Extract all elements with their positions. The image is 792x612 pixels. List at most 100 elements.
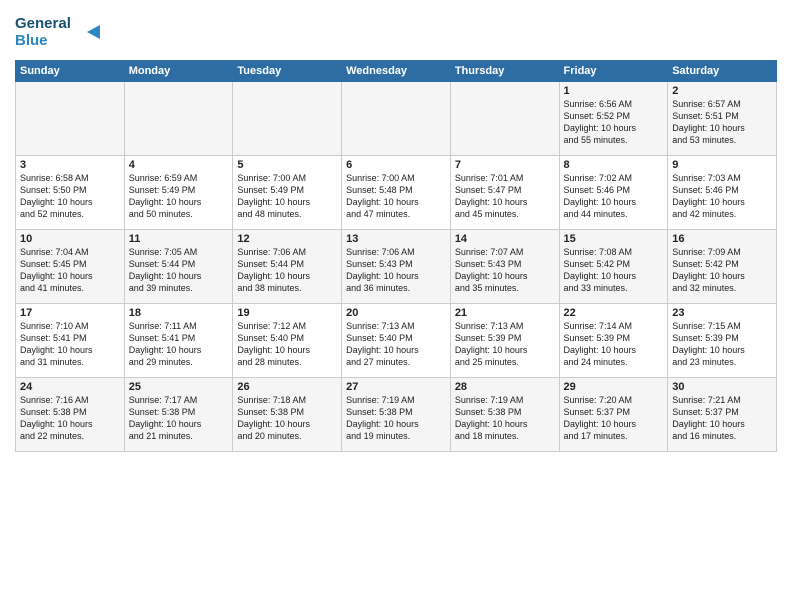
day-info: and 35 minutes.: [455, 282, 555, 294]
day-info: Daylight: 10 hours: [20, 418, 120, 430]
calendar-cell: 12Sunrise: 7:06 AMSunset: 5:44 PMDayligh…: [233, 230, 342, 304]
day-info: Sunrise: 7:12 AM: [237, 320, 337, 332]
day-info: Sunset: 5:38 PM: [455, 406, 555, 418]
col-header-thursday: Thursday: [450, 61, 559, 82]
calendar-cell: [16, 82, 125, 156]
calendar-cell: 7Sunrise: 7:01 AMSunset: 5:47 PMDaylight…: [450, 156, 559, 230]
svg-text:Blue: Blue: [15, 32, 48, 49]
day-number: 18: [129, 307, 229, 319]
day-number: 10: [20, 233, 120, 245]
calendar-cell: 27Sunrise: 7:19 AMSunset: 5:38 PMDayligh…: [342, 378, 451, 452]
day-number: 4: [129, 159, 229, 171]
day-info: Sunset: 5:39 PM: [564, 332, 664, 344]
day-info: Daylight: 10 hours: [455, 418, 555, 430]
day-info: Daylight: 10 hours: [564, 270, 664, 282]
calendar-cell: 16Sunrise: 7:09 AMSunset: 5:42 PMDayligh…: [668, 230, 777, 304]
day-info: and 20 minutes.: [237, 430, 337, 442]
day-number: 19: [237, 307, 337, 319]
day-info: Sunset: 5:41 PM: [129, 332, 229, 344]
day-info: and 38 minutes.: [237, 282, 337, 294]
day-number: 3: [20, 159, 120, 171]
day-info: Sunset: 5:40 PM: [346, 332, 446, 344]
day-number: 7: [455, 159, 555, 171]
day-info: Sunrise: 7:19 AM: [455, 394, 555, 406]
day-info: Daylight: 10 hours: [20, 270, 120, 282]
day-info: Sunset: 5:42 PM: [564, 258, 664, 270]
calendar-cell: 9Sunrise: 7:03 AMSunset: 5:46 PMDaylight…: [668, 156, 777, 230]
day-info: Sunrise: 7:00 AM: [346, 172, 446, 184]
day-info: Sunrise: 7:07 AM: [455, 246, 555, 258]
day-info: Daylight: 10 hours: [20, 344, 120, 356]
day-info: Daylight: 10 hours: [237, 418, 337, 430]
day-info: and 19 minutes.: [346, 430, 446, 442]
day-info: Sunset: 5:52 PM: [564, 110, 664, 122]
calendar-cell: 20Sunrise: 7:13 AMSunset: 5:40 PMDayligh…: [342, 304, 451, 378]
calendar-header-row: SundayMondayTuesdayWednesdayThursdayFrid…: [16, 61, 777, 82]
day-number: 21: [455, 307, 555, 319]
day-number: 6: [346, 159, 446, 171]
calendar-cell: 3Sunrise: 6:58 AMSunset: 5:50 PMDaylight…: [16, 156, 125, 230]
calendar-cell: 18Sunrise: 7:11 AMSunset: 5:41 PMDayligh…: [124, 304, 233, 378]
day-info: and 21 minutes.: [129, 430, 229, 442]
day-info: Daylight: 10 hours: [346, 270, 446, 282]
calendar-cell: [124, 82, 233, 156]
calendar-cell: 11Sunrise: 7:05 AMSunset: 5:44 PMDayligh…: [124, 230, 233, 304]
day-info: Sunrise: 7:02 AM: [564, 172, 664, 184]
day-number: 13: [346, 233, 446, 245]
col-header-sunday: Sunday: [16, 61, 125, 82]
calendar-cell: 15Sunrise: 7:08 AMSunset: 5:42 PMDayligh…: [559, 230, 668, 304]
day-info: and 23 minutes.: [672, 356, 772, 368]
day-info: Sunset: 5:38 PM: [237, 406, 337, 418]
day-number: 20: [346, 307, 446, 319]
calendar-cell: 10Sunrise: 7:04 AMSunset: 5:45 PMDayligh…: [16, 230, 125, 304]
day-info: Daylight: 10 hours: [672, 418, 772, 430]
calendar-cell: 28Sunrise: 7:19 AMSunset: 5:38 PMDayligh…: [450, 378, 559, 452]
day-number: 28: [455, 381, 555, 393]
calendar-cell: 29Sunrise: 7:20 AMSunset: 5:37 PMDayligh…: [559, 378, 668, 452]
calendar-cell: 17Sunrise: 7:10 AMSunset: 5:41 PMDayligh…: [16, 304, 125, 378]
day-number: 11: [129, 233, 229, 245]
calendar-cell: 8Sunrise: 7:02 AMSunset: 5:46 PMDaylight…: [559, 156, 668, 230]
day-info: Sunset: 5:37 PM: [564, 406, 664, 418]
day-info: Sunset: 5:38 PM: [20, 406, 120, 418]
day-number: 24: [20, 381, 120, 393]
col-header-tuesday: Tuesday: [233, 61, 342, 82]
day-info: Sunrise: 7:05 AM: [129, 246, 229, 258]
day-info: Daylight: 10 hours: [129, 418, 229, 430]
day-info: Daylight: 10 hours: [564, 122, 664, 134]
calendar-cell: 14Sunrise: 7:07 AMSunset: 5:43 PMDayligh…: [450, 230, 559, 304]
day-info: Daylight: 10 hours: [237, 270, 337, 282]
day-info: and 44 minutes.: [564, 208, 664, 220]
day-info: Daylight: 10 hours: [564, 196, 664, 208]
day-number: 15: [564, 233, 664, 245]
day-info: and 50 minutes.: [129, 208, 229, 220]
calendar-cell: 2Sunrise: 6:57 AMSunset: 5:51 PMDaylight…: [668, 82, 777, 156]
col-header-saturday: Saturday: [668, 61, 777, 82]
day-info: and 17 minutes.: [564, 430, 664, 442]
day-info: Sunrise: 7:01 AM: [455, 172, 555, 184]
calendar-cell: 23Sunrise: 7:15 AMSunset: 5:39 PMDayligh…: [668, 304, 777, 378]
day-info: Daylight: 10 hours: [237, 196, 337, 208]
week-row-1: 3Sunrise: 6:58 AMSunset: 5:50 PMDaylight…: [16, 156, 777, 230]
day-info: Sunset: 5:46 PM: [672, 184, 772, 196]
day-info: Sunrise: 7:21 AM: [672, 394, 772, 406]
day-number: 26: [237, 381, 337, 393]
day-info: Sunrise: 7:09 AM: [672, 246, 772, 258]
day-number: 2: [672, 85, 772, 97]
day-info: Daylight: 10 hours: [20, 196, 120, 208]
day-info: Sunset: 5:51 PM: [672, 110, 772, 122]
calendar-cell: 6Sunrise: 7:00 AMSunset: 5:48 PMDaylight…: [342, 156, 451, 230]
calendar-cell: 21Sunrise: 7:13 AMSunset: 5:39 PMDayligh…: [450, 304, 559, 378]
day-info: Sunset: 5:45 PM: [20, 258, 120, 270]
day-info: Sunset: 5:48 PM: [346, 184, 446, 196]
day-info: Daylight: 10 hours: [564, 418, 664, 430]
day-info: Sunset: 5:49 PM: [129, 184, 229, 196]
day-info: Sunset: 5:39 PM: [455, 332, 555, 344]
day-info: Sunset: 5:50 PM: [20, 184, 120, 196]
day-info: Daylight: 10 hours: [672, 270, 772, 282]
day-info: Sunset: 5:40 PM: [237, 332, 337, 344]
day-info: Sunrise: 6:59 AM: [129, 172, 229, 184]
calendar-cell: 25Sunrise: 7:17 AMSunset: 5:38 PMDayligh…: [124, 378, 233, 452]
day-info: Sunset: 5:46 PM: [564, 184, 664, 196]
page-container: General Blue SundayMondayTuesdayWednesda…: [0, 0, 792, 460]
